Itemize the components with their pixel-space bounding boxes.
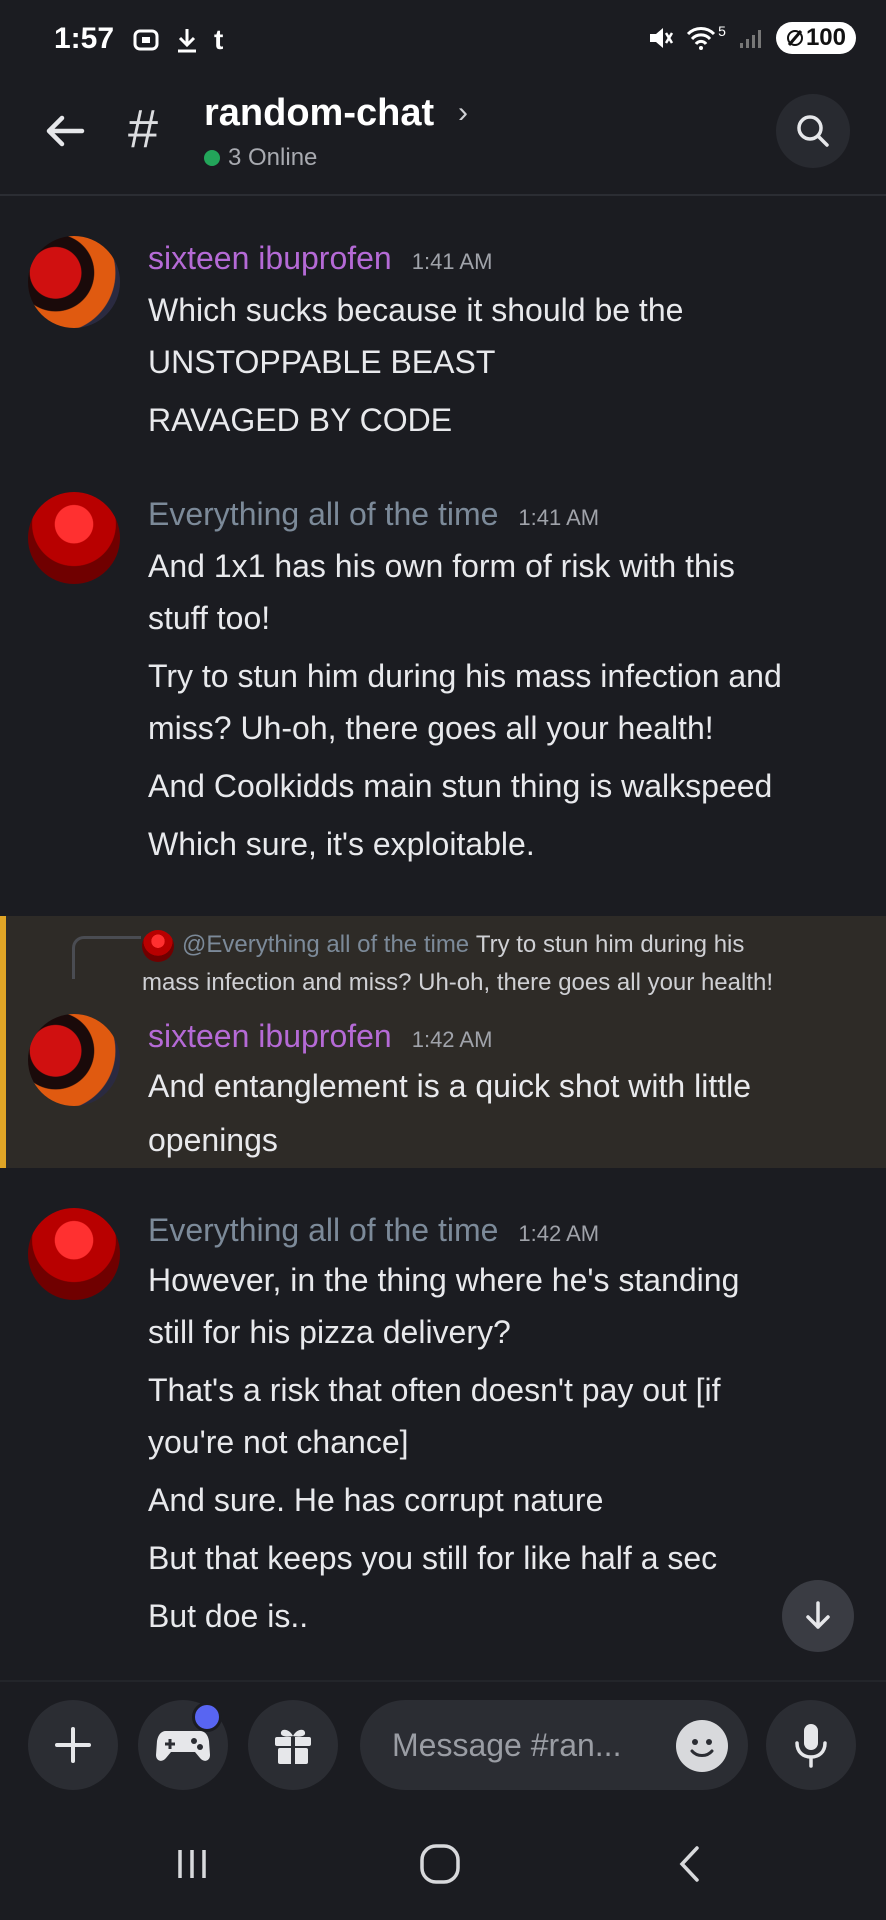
message-header: Everything all of the time 1:41 AM [148, 496, 599, 533]
status-bar: 1:57 t 5 100 [0, 0, 886, 84]
signal-icon [739, 30, 761, 48]
timestamp: 1:42 AM [518, 1221, 600, 1246]
status-icons-left: t [132, 24, 223, 56]
activities-button[interactable] [138, 1700, 228, 1790]
chevron-left-icon [679, 1846, 699, 1882]
message-line: And entanglement is a quick shot with li… [148, 1068, 751, 1104]
download-icon [178, 29, 196, 53]
reply-avatar [142, 929, 174, 962]
status-time: 1:57 [54, 22, 115, 55]
message-input-container[interactable] [360, 1700, 748, 1790]
add-attachment-button[interactable] [28, 1700, 118, 1790]
message-line: And sure. He has corrupt nature [148, 1482, 604, 1518]
battery-saver-icon [786, 30, 803, 46]
message-line: openings [148, 1122, 278, 1158]
message-header: sixteen ibuprofen 1:42 AM [148, 1018, 492, 1055]
reply-text-continued: mass infection and miss? Uh-oh, there go… [142, 969, 773, 996]
notification-dot [192, 1702, 222, 1732]
message-line: RAVAGED BY CODE [148, 402, 453, 438]
microphone-icon [795, 1724, 827, 1768]
screenshot-icon [133, 29, 159, 51]
message-line: you're not chance] [148, 1424, 409, 1460]
network-label: 5 [718, 23, 726, 39]
author-name[interactable]: sixteen ibuprofen [148, 1018, 392, 1055]
message-line: However, in the thing where he's standin… [148, 1262, 740, 1298]
message-header: sixteen ibuprofen 1:41 AM [148, 240, 492, 277]
message-line: UNSTOPPABLE BEAST [148, 344, 496, 380]
message-composer [0, 1680, 886, 1802]
message-line: miss? Uh-oh, there goes all your health! [148, 710, 714, 746]
message-line: But doe is.. [148, 1598, 309, 1634]
reply-preview[interactable]: @Everything all of the time Try to stun … [142, 926, 862, 1002]
avatar[interactable] [28, 1014, 120, 1106]
gift-icon [275, 1729, 311, 1764]
message-line: stuff too! [148, 600, 271, 636]
chevron-right-icon[interactable]: › [458, 96, 468, 130]
reply-connector [72, 936, 141, 979]
battery-level: 100 [805, 24, 846, 51]
avatar[interactable] [28, 1208, 120, 1300]
app-notification-glyph: t [214, 24, 224, 55]
back-button[interactable] [40, 106, 90, 156]
search-icon [797, 115, 829, 147]
online-count: 3 Online [228, 144, 318, 171]
system-navigation-bar [0, 1800, 886, 1920]
back-arrow-icon [46, 115, 85, 147]
message-line: And Coolkidds main stun thing is walkspe… [148, 768, 773, 804]
plus-icon [55, 1727, 91, 1763]
message-line: Try to stun him during his mass infectio… [148, 658, 782, 694]
voice-message-button[interactable] [766, 1700, 856, 1790]
author-name[interactable]: sixteen ibuprofen [148, 240, 392, 277]
emoji-icon [690, 1739, 714, 1757]
status-icons-right: 5 100 [646, 22, 856, 54]
timestamp: 1:42 AM [411, 1027, 493, 1052]
online-dot-icon [204, 150, 220, 166]
message-header: Everything all of the time 1:42 AM [148, 1212, 599, 1249]
home-button[interactable] [410, 1834, 470, 1894]
gift-button[interactable] [248, 1700, 338, 1790]
emoji-button[interactable] [676, 1720, 728, 1772]
message-line: That's a risk that often doesn't pay out… [148, 1372, 721, 1408]
timestamp: 1:41 AM [411, 249, 493, 274]
message-list[interactable]: sixteen ibuprofen 1:41 AM Which sucks be… [0, 196, 886, 1676]
recent-apps-button[interactable] [162, 1834, 222, 1894]
message-line: And 1x1 has his own form of risk with th… [148, 548, 735, 584]
home-icon [420, 1844, 460, 1884]
system-back-button[interactable] [660, 1834, 720, 1894]
recent-apps-icon [178, 1850, 206, 1878]
channel-hash-icon: # [128, 99, 159, 159]
message-input[interactable] [390, 1722, 644, 1768]
message-line: still for his pizza delivery? [148, 1314, 511, 1350]
arrow-down-icon [806, 1601, 830, 1629]
channel-header: # random-chat › 3 Online [0, 84, 886, 196]
avatar[interactable] [28, 492, 120, 584]
wifi-icon [687, 27, 716, 50]
author-name[interactable]: Everything all of the time [148, 1212, 498, 1249]
message-line: Which sure, it's exploitable. [148, 826, 535, 862]
reply-text: Try to stun him during his [475, 931, 745, 958]
channel-title[interactable]: random-chat [204, 92, 434, 135]
reply-author: @Everything all of the time [182, 931, 470, 958]
author-name[interactable]: Everything all of the time [148, 496, 498, 533]
battery-indicator: 100 [775, 22, 856, 54]
search-button[interactable] [776, 94, 850, 168]
avatar[interactable] [28, 236, 120, 328]
message-line: But that keeps you still for like half a… [148, 1540, 718, 1576]
online-status: 3 Online [204, 144, 317, 172]
timestamp: 1:41 AM [518, 505, 600, 530]
jump-to-present-button[interactable] [782, 1580, 854, 1652]
mute-icon [650, 28, 674, 48]
message-line: Which sucks because it should be the [148, 292, 684, 328]
